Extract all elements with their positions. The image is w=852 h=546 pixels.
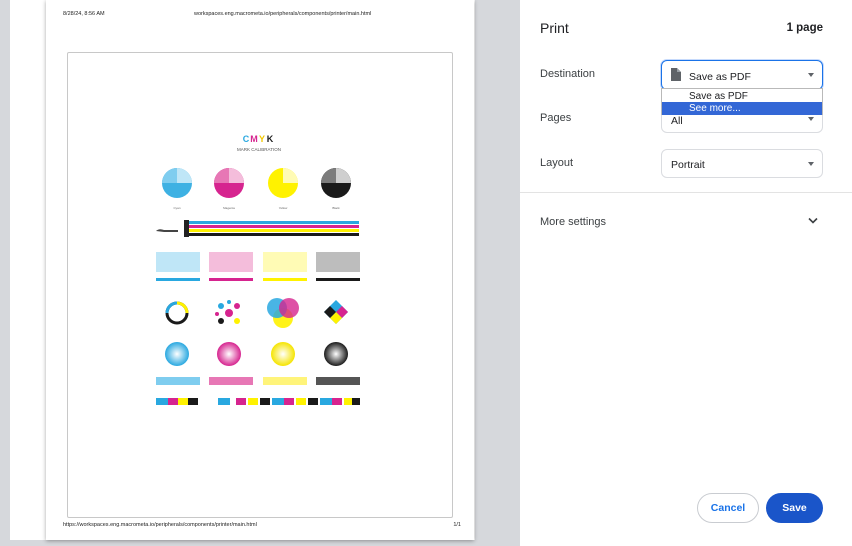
divider xyxy=(520,192,852,193)
more-settings-label: More settings xyxy=(540,216,607,228)
figure-subtitle: MARK CALIBRATION xyxy=(237,147,281,152)
page-footer-url: https://workspaces.eng.macrometa.io/peri… xyxy=(63,522,257,528)
preview-background xyxy=(0,0,10,546)
save-button[interactable]: Save xyxy=(766,493,823,523)
file-icon xyxy=(671,68,681,81)
print-settings-panel: Print 1 page Destination Save as PDF Pag… xyxy=(520,0,852,546)
dropdown-caret-icon xyxy=(808,73,814,77)
dropdown-option-see-more[interactable]: See more... xyxy=(662,102,822,115)
print-preview: 8/28/24, 8:56 AM workspaces.eng.macromet… xyxy=(0,0,520,546)
wheel-label: Yellow xyxy=(279,206,288,210)
print-dialog: 8/28/24, 8:56 AM workspaces.eng.macromet… xyxy=(0,0,852,546)
wheel-label: Black xyxy=(332,206,340,210)
dialog-title: Print xyxy=(540,20,569,36)
swatch-bar xyxy=(156,398,360,405)
layout-label: Layout xyxy=(540,157,574,169)
cancel-button[interactable]: Cancel xyxy=(697,493,759,523)
layout-value: Portrait xyxy=(671,159,705,171)
chevron-down-icon xyxy=(808,217,818,224)
logo-letter-y: Y xyxy=(259,134,265,144)
preview-background xyxy=(0,540,520,546)
cmyk-logo: C M Y K xyxy=(243,134,274,144)
wheel-label: Cyan xyxy=(173,206,180,210)
preview-page[interactable]: 8/28/24, 8:56 AM workspaces.eng.macromet… xyxy=(46,0,474,540)
more-settings-toggle[interactable]: More settings xyxy=(520,200,852,245)
logo-letter-k: K xyxy=(267,134,274,144)
logo-letter-c: C xyxy=(243,134,250,144)
preview-background xyxy=(475,0,520,546)
page-header-date: 8/28/24, 8:56 AM xyxy=(63,11,105,17)
dropdown-caret-icon xyxy=(808,162,814,166)
page-header-url: workspaces.eng.macrometa.io/peripherals/… xyxy=(194,11,372,17)
registration-marks xyxy=(165,298,348,328)
destination-dropdown: Save as PDF See more... xyxy=(661,88,823,115)
pages-value: All xyxy=(671,115,683,127)
destination-select[interactable]: Save as PDF xyxy=(661,60,823,90)
gradient-orbs xyxy=(165,342,348,366)
cmyk-calibration-image: C M Y K MARK CALIBRATION Cyan Magenta Ye… xyxy=(156,134,360,405)
line-pattern-blocks xyxy=(156,252,360,281)
destination-label: Destination xyxy=(540,68,596,80)
dropdown-caret-icon xyxy=(808,117,814,121)
wheel-label: Magenta xyxy=(223,206,235,210)
color-wheels xyxy=(162,168,351,198)
page-count: 1 page xyxy=(786,22,823,34)
destination-value: Save as PDF xyxy=(689,71,751,83)
ink-roller-stripes xyxy=(156,220,359,237)
logo-letter-m: M xyxy=(250,134,258,144)
page-footer-number: 1/1 xyxy=(453,522,461,528)
layout-select[interactable]: Portrait xyxy=(661,149,823,178)
barcode-strips xyxy=(156,377,360,385)
pages-label: Pages xyxy=(540,112,572,124)
